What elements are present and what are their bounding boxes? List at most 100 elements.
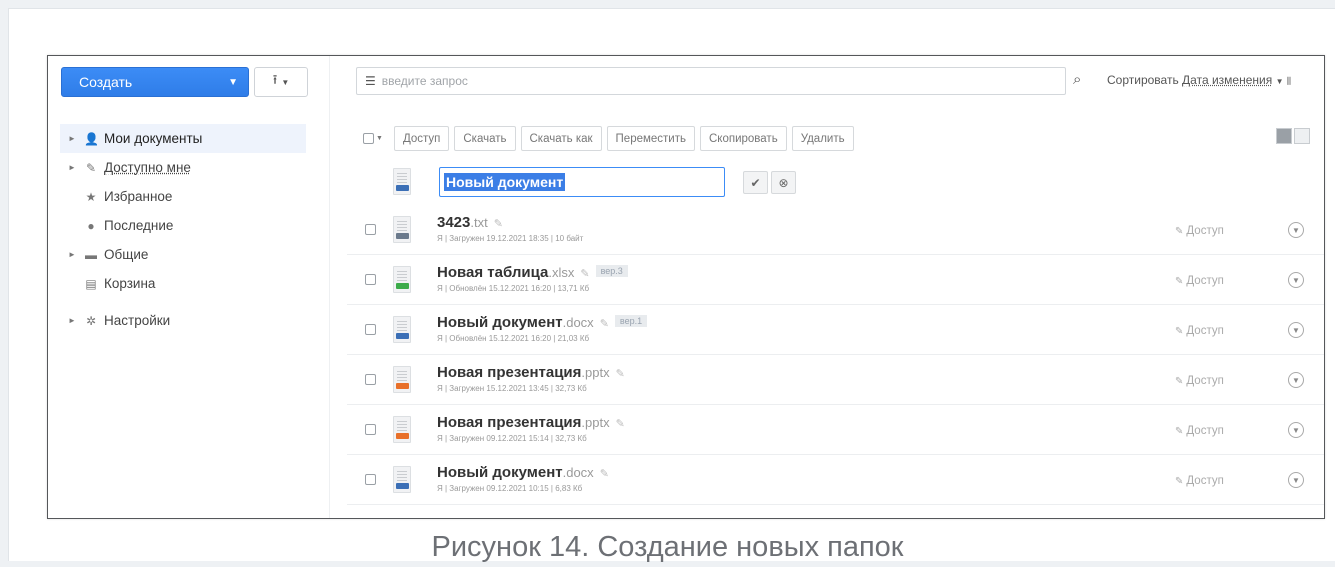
row-menu-button[interactable]: ▼ xyxy=(1288,422,1304,438)
row-checkbox[interactable] xyxy=(365,424,376,435)
figure-caption: Рисунок 14. Создание новых папок xyxy=(431,531,904,563)
upload-icon: ⭱ xyxy=(272,72,278,87)
new-item-name-input[interactable]: Новый документ xyxy=(439,167,725,197)
share-icon: ✎ xyxy=(1175,276,1184,287)
pencil-icon[interactable]: ✎ xyxy=(494,218,503,230)
pencil-icon[interactable]: ✎ xyxy=(616,418,625,430)
file-meta: Я | Загружен 19.12.2021 18:35 | 10 байт xyxy=(437,234,584,243)
row-menu-button[interactable]: ▼ xyxy=(1288,472,1304,488)
file-title: 3423 xyxy=(437,214,471,231)
toolbar-button[interactable]: Удалить xyxy=(791,126,854,151)
access-link[interactable]: ✎ Доступ xyxy=(1175,425,1224,437)
access-link[interactable]: ✎ Доступ xyxy=(1175,475,1224,487)
file-name[interactable]: Новый документ.docx ✎ xyxy=(437,464,609,481)
sidebar-item-label: Доступно мне xyxy=(104,160,191,175)
access-link[interactable]: ✎ Доступ xyxy=(1175,375,1224,387)
cancel-button[interactable]: ⊗ xyxy=(771,171,796,194)
toolbar-button[interactable]: Скачать xyxy=(454,126,516,151)
expand-arrow-icon[interactable]: ► xyxy=(68,134,78,143)
confirm-button[interactable]: ✔ xyxy=(743,171,768,194)
expand-arrow-icon[interactable]: ► xyxy=(68,316,78,325)
file-extension: .pptx xyxy=(581,365,610,380)
sort-control[interactable]: Сортировать Дата изменения ▼ ⫼ xyxy=(1107,73,1291,87)
create-button[interactable]: Создать ▼ xyxy=(61,67,249,97)
file-name[interactable]: Новый документ.docx ✎ вер.1 xyxy=(437,314,648,331)
list-view-icon[interactable] xyxy=(1294,128,1310,144)
row-checkbox[interactable] xyxy=(365,324,376,335)
row-checkbox[interactable] xyxy=(365,224,376,235)
file-meta: Я | Загружен 09.12.2021 15:14 | 32,73 Кб xyxy=(437,434,587,443)
sidebar-item-label: Последние xyxy=(104,218,174,233)
access-link[interactable]: ✎ Доступ xyxy=(1175,225,1224,237)
row-checkbox[interactable] xyxy=(365,474,376,485)
filter-icon[interactable]: ☰ xyxy=(365,74,376,88)
row-menu-button[interactable]: ▼ xyxy=(1288,222,1304,238)
toolbar-button[interactable]: Переместить xyxy=(606,126,695,151)
pencil-icon[interactable]: ✎ xyxy=(616,368,625,380)
sidebar-item-0[interactable]: ► 👤 Мои документы xyxy=(60,124,306,153)
search-input[interactable]: ☰ введите запрос xyxy=(356,67,1066,95)
pencil-icon[interactable]: ✎ xyxy=(580,268,589,280)
file-type-icon xyxy=(393,266,411,293)
new-item-name-value: Новый документ xyxy=(444,173,566,191)
star-icon: ★ xyxy=(85,189,97,204)
file-row[interactable]: Новая презентация.pptx ✎ Я | Загружен 09.… xyxy=(347,408,1324,455)
gear-icon: ✲ xyxy=(85,313,97,328)
file-row[interactable]: 3423.txt ✎ Я | Загружен 19.12.2021 18:35 … xyxy=(347,208,1324,255)
sort-label: Сортировать xyxy=(1107,73,1179,87)
row-checkbox[interactable] xyxy=(365,374,376,385)
file-extension: .txt xyxy=(470,215,488,230)
row-menu-button[interactable]: ▼ xyxy=(1288,272,1304,288)
file-row[interactable]: Новая презентация.pptx ✎ Я | Загружен 15.… xyxy=(347,358,1324,405)
row-menu-button[interactable]: ▼ xyxy=(1288,372,1304,388)
sidebar-item-5[interactable]: ▤ Корзина xyxy=(60,269,306,298)
document-file-icon xyxy=(393,168,411,195)
toolbar-button[interactable]: Скачать как xyxy=(520,126,602,151)
file-row[interactable]: Новая таблица.xlsx ✎ вер.3 Я | Обновлён 15… xyxy=(347,258,1324,305)
search-icon[interactable]: ⌕ xyxy=(1073,71,1081,88)
select-all-checkbox[interactable] xyxy=(363,133,374,144)
sort-order-icon[interactable]: ⫼ xyxy=(1287,76,1291,86)
access-link[interactable]: ✎ Доступ xyxy=(1175,275,1224,287)
chevron-down-icon[interactable]: ▼ xyxy=(376,135,383,142)
document-page: Создать ▼ ⭱ ▼ ► 👤 Мои документы ► ✎ Досту… xyxy=(8,8,1335,561)
file-meta: Я | Загружен 15.12.2021 13:45 | 32,73 Кб xyxy=(437,384,587,393)
upload-button[interactable]: ⭱ ▼ xyxy=(254,67,308,97)
folder-icon: ▬ xyxy=(85,247,97,262)
share-icon: ✎ xyxy=(1175,426,1184,437)
sidebar-item-label: Мои документы xyxy=(104,131,203,146)
file-name[interactable]: 3423.txt ✎ xyxy=(437,214,503,231)
tile-view-icon[interactable] xyxy=(1276,128,1292,144)
file-name[interactable]: Новая презентация.pptx ✎ xyxy=(437,414,625,431)
file-row[interactable]: Новый документ.docx ✎ вер.1 Я | Обновлён 1… xyxy=(347,308,1324,355)
sidebar-item-label: Общие xyxy=(104,247,149,262)
chevron-down-icon: ▼ xyxy=(1292,275,1300,285)
pencil-icon[interactable]: ✎ xyxy=(600,468,609,480)
sidebar-item-2[interactable]: ★ Избранное xyxy=(60,182,306,211)
access-link[interactable]: ✎ Доступ xyxy=(1175,325,1224,337)
file-meta: Я | Обновлён 15.12.2021 16:20 | 21,03 Кб xyxy=(437,334,590,343)
file-meta: Я | Загружен 09.12.2021 10:15 | 6,83 Кб xyxy=(437,484,583,493)
view-toggle xyxy=(1276,128,1310,144)
version-badge[interactable]: вер.3 xyxy=(595,265,628,277)
sidebar-item-4[interactable]: ► ▬ Общие xyxy=(60,240,306,269)
row-checkbox[interactable] xyxy=(365,274,376,285)
sort-value[interactable]: Дата изменения xyxy=(1182,73,1272,87)
expand-arrow-icon[interactable]: ► xyxy=(68,250,78,259)
share-icon: ✎ xyxy=(1175,326,1184,337)
file-row[interactable]: Новый документ.docx ✎ Я | Загружен 09.12.… xyxy=(347,458,1324,505)
access-label: Доступ xyxy=(1186,475,1224,487)
expand-arrow-icon[interactable]: ► xyxy=(68,163,78,172)
file-extension: .docx xyxy=(562,465,594,480)
row-menu-button[interactable]: ▼ xyxy=(1288,322,1304,338)
sidebar-item-settings[interactable]: ► ✲ Настройки xyxy=(60,306,306,335)
version-badge[interactable]: вер.1 xyxy=(614,315,648,327)
sidebar-item-3[interactable]: ● Последние xyxy=(60,211,306,240)
check-icon: ✔ xyxy=(750,175,761,190)
toolbar-button[interactable]: Доступ xyxy=(393,126,450,151)
pencil-icon[interactable]: ✎ xyxy=(600,318,609,330)
file-name[interactable]: Новая таблица.xlsx ✎ вер.3 xyxy=(437,264,628,281)
toolbar-button[interactable]: Скопировать xyxy=(700,126,787,151)
file-name[interactable]: Новая презентация.pptx ✎ xyxy=(437,364,625,381)
sidebar-item-1[interactable]: ► ✎ Доступно мне xyxy=(60,153,306,182)
